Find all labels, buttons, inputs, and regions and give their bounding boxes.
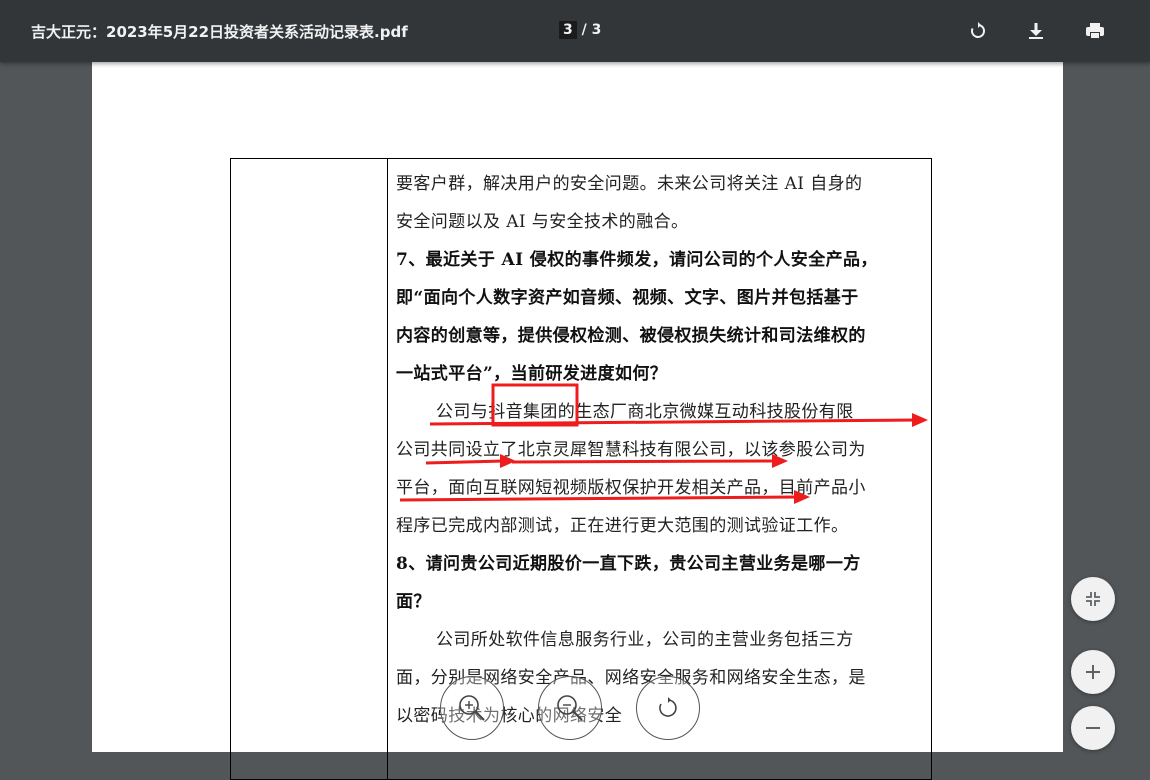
text-line: 平台，面向互联网短视频版权保护开发相关产品，目前产品小 [396, 478, 866, 498]
pdf-toolbar: 吉大正元：2023年5月22日投资者关系活动记录表.pdf 3 / 3 [0, 0, 1150, 62]
page-indicator: 3 / 3 [559, 21, 602, 39]
zoom-out-button[interactable] [1071, 706, 1115, 750]
fit-page-button[interactable] [1071, 577, 1115, 621]
zoom-out-icon [1086, 727, 1100, 729]
download-button[interactable] [1023, 18, 1049, 44]
text-line: 公司与抖音集团的生态厂商北京微媒互动科技股份有限 [436, 402, 854, 422]
overlay-zoom-out-button[interactable] [538, 676, 602, 740]
page-total: / 3 [576, 22, 602, 38]
current-page-input[interactable]: 3 [559, 21, 577, 39]
question-line: 内容的创意等，提供侵权检测、被侵权损失统计和司法维权的 [396, 326, 866, 346]
question-line: 8、请问贵公司近期股价一直下跌，贵公司主营业务是哪一方 [396, 554, 861, 574]
pdf-page: 要客户群，解决用户的安全问题。未来公司将关注 AI 自身的 安全问题以及 AI … [92, 62, 1063, 780]
text-line: 程序已完成内部测试，正在进行更大范围的测试验证工作。 [396, 516, 849, 536]
question-line: 即“面向个人数字资产如音频、视频、文字、图片并包括基于 [396, 288, 859, 308]
zoom-in-button[interactable] [1071, 650, 1115, 694]
table-cell-left [230, 158, 388, 780]
document-text: 要客户群，解决用户的安全问题。未来公司将关注 AI 自身的 安全问题以及 AI … [396, 165, 923, 735]
document-title: 吉大正元：2023年5月22日投资者关系活动记录表.pdf [31, 23, 408, 41]
rotate-button[interactable] [965, 18, 991, 44]
zoom-in-icon [1086, 665, 1100, 679]
overlay-zoom-in-button[interactable] [440, 676, 504, 740]
magnifier-plus-icon [459, 695, 485, 721]
text-line: 要客户群，解决用户的安全问题。未来公司将关注 AI 自身的 [396, 174, 863, 194]
question-line: 面？ [396, 592, 431, 612]
print-icon [1086, 23, 1104, 39]
download-icon [1029, 23, 1043, 39]
print-button[interactable] [1082, 18, 1108, 44]
question-line: 7、最近关于 AI 侵权的事件频发，请问公司的个人安全产品， [396, 250, 878, 270]
fit-page-icon [1086, 592, 1100, 606]
text-line: 公司所处软件信息服务行业，公司的主营业务包括三方 [436, 630, 854, 650]
rotate-icon [971, 22, 985, 38]
overlay-rotate-button[interactable] [636, 676, 700, 740]
text-line: 安全问题以及 AI 与安全技术的融合。 [396, 212, 689, 232]
magnifier-minus-icon [557, 695, 583, 721]
text-line: 公司共同设立了北京灵犀智慧科技有限公司，以该参股公司为 [396, 440, 866, 460]
rotate-view-icon [659, 697, 677, 717]
question-line: 一站式平台”，当前研发进度如何？ [396, 364, 668, 384]
